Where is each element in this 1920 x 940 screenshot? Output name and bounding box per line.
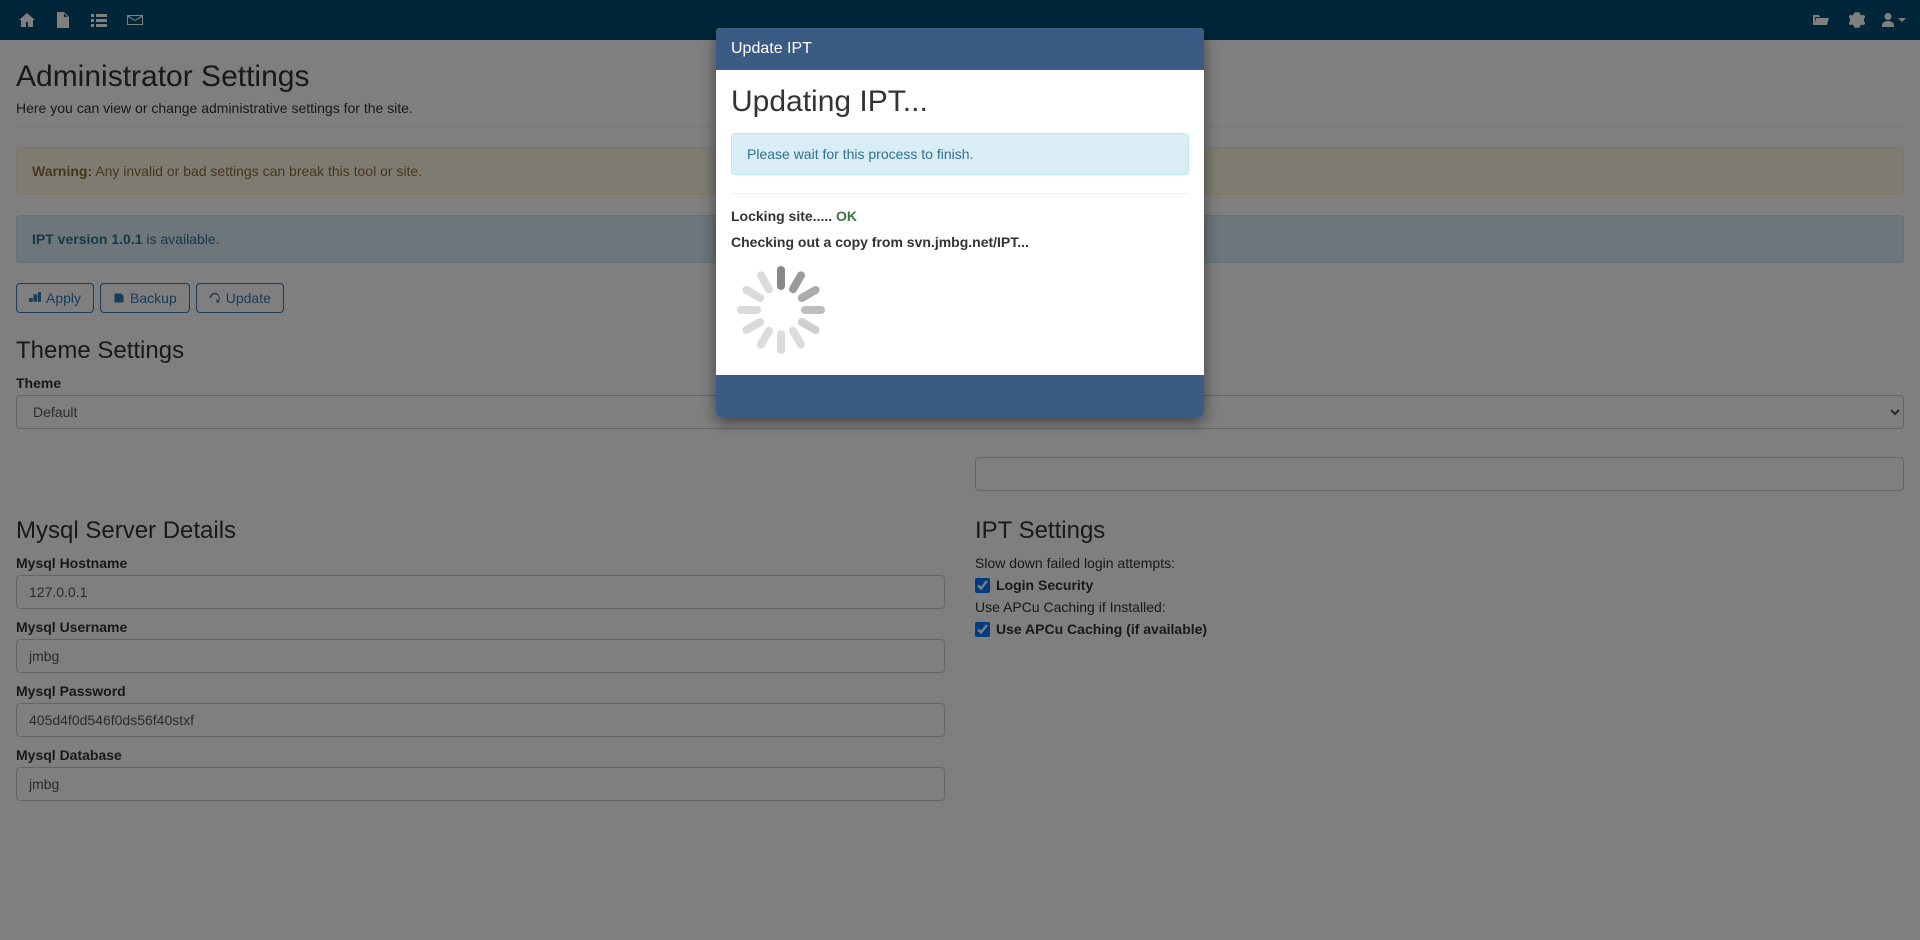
log-line-2: Checking out a copy from svn.jmbg.net/IP… — [731, 234, 1189, 250]
update-modal: Update IPT Updating IPT... Please wait f… — [716, 28, 1204, 417]
log1-prefix: Locking site..... — [731, 208, 836, 224]
spinner-icon — [731, 260, 831, 360]
modal-log: Locking site..... OK Checking out a copy… — [731, 208, 1189, 360]
modal-wait-msg: Please wait for this process to finish. — [731, 133, 1189, 175]
modal-footer — [716, 375, 1204, 417]
modal-title: Update IPT — [716, 28, 1204, 70]
modal-heading: Updating IPT... — [731, 85, 1189, 119]
modal-divider — [731, 193, 1189, 194]
modal-body: Updating IPT... Please wait for this pro… — [716, 70, 1204, 375]
log1-ok: OK — [836, 208, 857, 224]
log-line-1: Locking site..... OK — [731, 208, 1189, 224]
